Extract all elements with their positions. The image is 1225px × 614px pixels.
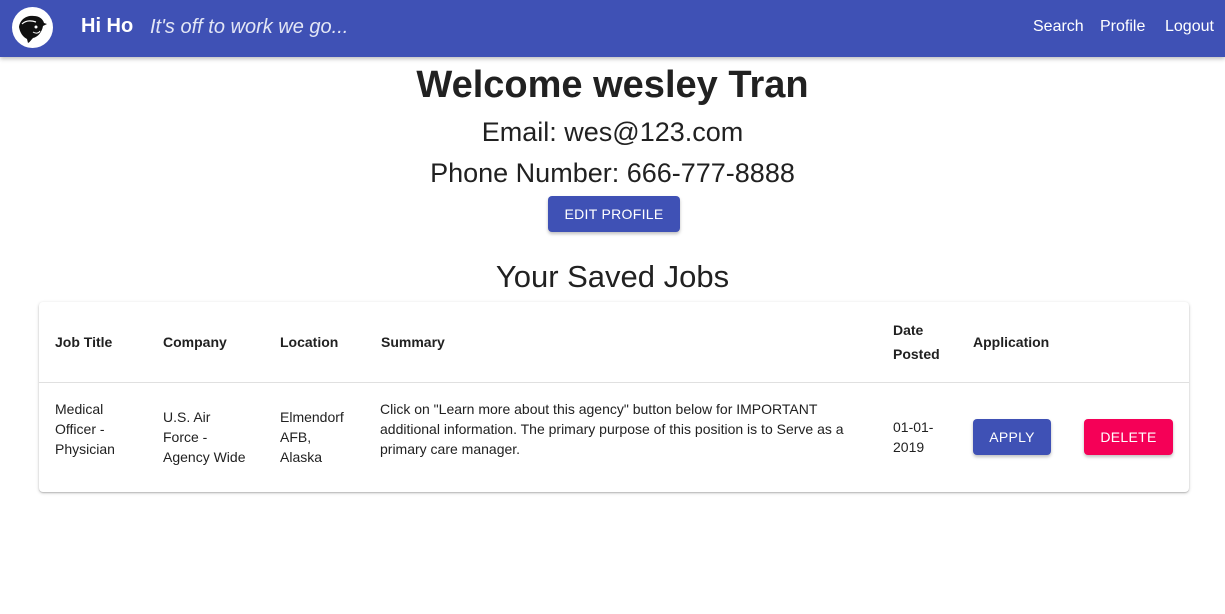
apply-button[interactable]: APPLY	[973, 419, 1051, 455]
delete-button[interactable]: DELETE	[1084, 419, 1173, 455]
phone-text: Phone Number: 666-777-8888	[430, 158, 795, 188]
date-line: 01-01-	[893, 419, 934, 435]
column-header-date-line-1: Date	[893, 322, 924, 338]
column-header-job-title: Job Title	[55, 334, 113, 350]
header-divider	[39, 382, 1189, 383]
job-title-line: Physician	[55, 441, 115, 457]
summary-cell: Click on "Learn more about this agency" …	[380, 399, 844, 459]
job-title-cell: Medical Officer - Physician	[55, 399, 115, 459]
nav-logout-link[interactable]: Logout	[1165, 17, 1214, 37]
date-posted-cell: 01-01- 2019	[893, 417, 933, 457]
brand-tagline: It's off to work we go...	[150, 16, 349, 38]
summary-line: Click on "Learn more about this agency" …	[380, 401, 818, 417]
location-line: AFB,	[280, 429, 312, 445]
dwarf-logo-icon[interactable]	[12, 7, 53, 48]
company-line: U.S. Air	[163, 409, 211, 425]
location-line: Alaska	[280, 449, 323, 465]
saved-jobs-heading: Your Saved Jobs	[495, 259, 730, 294]
welcome-heading: Welcome wesley Tran	[416, 64, 809, 106]
location-cell: Elmendorf AFB, Alaska	[280, 407, 344, 467]
column-header-location: Location	[280, 334, 339, 350]
edit-profile-button[interactable]: EDIT PROFILE	[548, 196, 680, 232]
company-line: Force -	[163, 429, 208, 445]
column-header-application: Application	[973, 334, 1050, 350]
column-header-company: Company	[163, 334, 227, 350]
app-bar: Hi Ho It's off to work we go... Search P…	[0, 0, 1225, 57]
job-title-line: Officer -	[55, 421, 105, 437]
column-header-date-line-2: Posted	[893, 346, 940, 362]
summary-line: additional information. The primary purp…	[380, 421, 844, 437]
company-line: Agency Wide	[163, 449, 246, 465]
location-line: Elmendorf	[280, 409, 344, 425]
saved-jobs-table: Job Title Company Location Summary Date …	[39, 302, 1189, 492]
nav-profile-link[interactable]: Profile	[1100, 17, 1145, 37]
brand-title[interactable]: Hi Ho	[81, 14, 133, 38]
date-line: 2019	[893, 439, 925, 455]
job-title-line: Medical	[55, 401, 104, 417]
summary-line: primary care manager.	[380, 441, 521, 457]
company-cell: U.S. Air Force - Agency Wide	[163, 407, 245, 467]
column-header-summary: Summary	[381, 334, 445, 350]
email-text: Email: wes@123.com	[481, 117, 744, 147]
nav-search-link[interactable]: Search	[1033, 17, 1084, 37]
